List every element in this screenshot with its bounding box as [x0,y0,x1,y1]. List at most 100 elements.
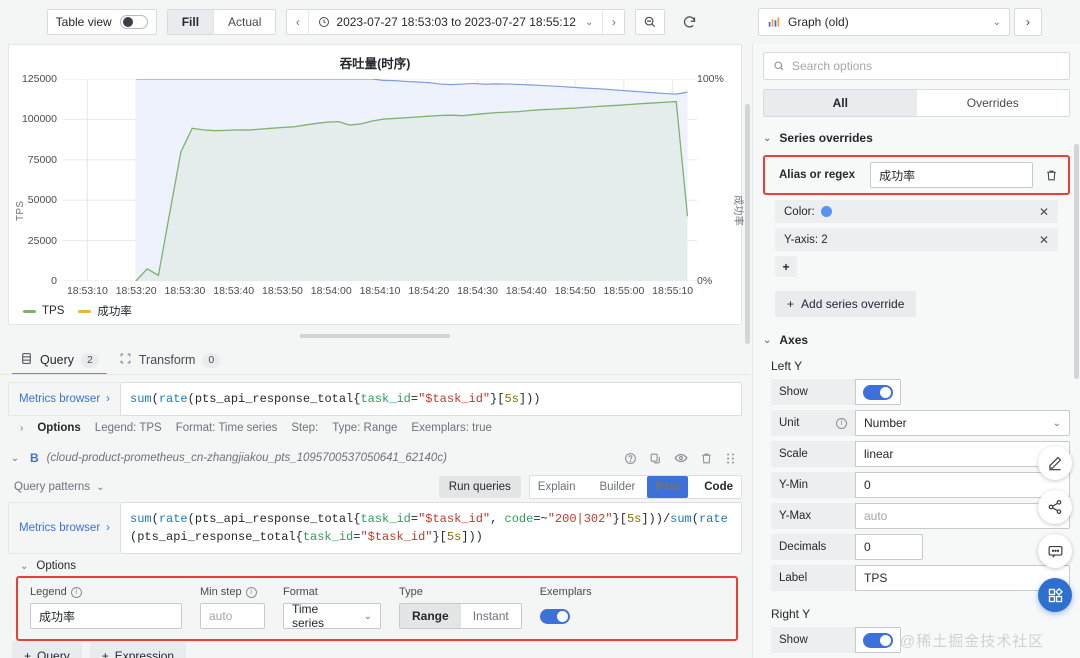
left-scrollbar[interactable] [745,104,750,344]
legend-item[interactable]: 成功率 [78,303,132,319]
resize-grab-bar[interactable] [300,334,450,338]
chevron-down-icon: ⌄ [763,132,772,144]
text-input[interactable]: 0 [855,472,1070,498]
metrics-browser-button-b[interactable]: Metrics browser › [8,502,120,554]
query-editor-b: ⌄ B (cloud-product-prometheus_cn-zhangji… [8,444,742,641]
zoom-out-button[interactable] [635,9,666,35]
metrics-browser-button-a[interactable]: Metrics browser › [8,382,120,416]
options-filter-tabs[interactable]: All Overrides [763,89,1070,117]
query-b-header[interactable]: ⌄ B (cloud-product-prometheus_cn-zhangji… [8,444,742,472]
refresh-button[interactable] [675,9,703,35]
show-toggle-wrap[interactable] [855,379,901,405]
add-query-button[interactable]: + Query [12,642,82,658]
time-range-display[interactable]: 2023-07-27 18:53:03 to 2023-07-27 18:55:… [309,9,602,35]
drag-handle-icon[interactable] [725,452,736,465]
builder-mode-button[interactable]: Builder Beta [584,476,697,498]
plus-icon: + [24,649,32,658]
query-a-options-summary[interactable]: › Options Legend: TPS Format: Time serie… [8,416,742,440]
options-search-box[interactable]: Search options [763,52,1070,80]
chevron-down-icon: ⌄ [20,560,29,572]
text-input[interactable]: TPS [855,565,1070,591]
eye-icon[interactable] [674,451,688,465]
tab-transform[interactable]: Transform 0 [111,346,228,374]
run-queries-button[interactable]: Run queries [438,476,521,498]
query-a-code-input[interactable]: sum(rate(pts_api_response_total{task_id=… [120,382,742,416]
alias-input[interactable]: 成功率 [870,162,1033,188]
query-mode-group[interactable]: Explain Builder Beta Code [528,475,742,499]
fill-actual-group[interactable]: Fill Actual [166,9,277,35]
chart-area[interactable]: TPS 成功率 0 25000 50000 75000 100000 125000 0% 1… [9,71,743,321]
comment-icon [1048,545,1062,558]
query-a-summary-1: Format: Time series [175,422,278,434]
override-row-yaxis[interactable]: Y-axis: 2 ✕ [775,228,1058,251]
comment-fab-button[interactable] [1038,534,1072,568]
explain-toggle[interactable]: Explain [530,476,584,498]
info-icon[interactable]: i [245,586,257,598]
show-toggle-wrap[interactable] [855,627,901,653]
tab-overrides[interactable]: Overrides [917,90,1070,116]
plot-region[interactable] [63,78,697,282]
tab-all[interactable]: All [764,90,917,116]
query-tabs[interactable]: Query 2 Transform 0 [0,346,750,375]
query-b-code-input[interactable]: sum(rate(pts_api_response_total{task_id=… [120,502,742,554]
input-value: auto [864,509,888,523]
exemplars-toggle-wrap[interactable] [539,603,592,629]
edit-fab-button[interactable] [1038,446,1072,480]
fill-button[interactable]: Fill [167,10,214,34]
y-tick-label: 50000 [27,194,57,207]
add-series-override-button[interactable]: + Add series override [775,291,917,317]
type-range-instant-group[interactable]: Range Instant [399,603,522,629]
options-pane-scrollbar[interactable] [1074,144,1079,379]
query-b-row-actions[interactable] [624,451,742,465]
query-patterns-button[interactable]: Query patterns ⌄ [8,481,104,493]
table-view-switch[interactable] [119,15,148,29]
time-next-button[interactable]: › [602,9,624,35]
refresh-icon [683,15,695,28]
tab-query[interactable]: Query 2 [12,346,107,375]
duplicate-icon[interactable] [649,452,662,465]
add-query-label: Query [37,649,70,658]
time-range-picker[interactable]: ‹ 2023-07-27 18:53:03 to 2023-07-27 18:5… [286,9,626,35]
alias-label: Alias or regex [779,169,856,181]
select-input[interactable]: Number ⌄ [855,410,1070,436]
y-tick-label: 25000 [27,234,57,247]
color-swatch[interactable] [820,206,832,217]
override-row-color[interactable]: Color: ✕ [775,200,1058,223]
chevron-down-icon[interactable]: ⌄ [8,453,22,464]
show-toggle[interactable] [863,632,893,648]
visualization-picker[interactable]: Graph (old) ⌄ [758,8,1010,36]
chart-legend[interactable]: TPS 成功率 [23,303,132,319]
time-prev-button[interactable]: ‹ [287,9,310,35]
type-instant-button[interactable]: Instant [461,604,521,628]
query-b-options-header[interactable]: ⌄ Options [8,554,742,576]
type-field-label: Type [399,586,423,598]
legend-input[interactable]: 成功率 [30,603,182,629]
apps-fab-button[interactable] [1038,578,1072,612]
delete-override-button[interactable] [1040,169,1062,182]
info-icon[interactable]: i [836,417,847,429]
collapse-options-button[interactable]: › [1014,8,1042,36]
min-step-input[interactable]: auto [200,603,265,629]
trash-icon[interactable] [700,452,713,465]
table-view-toggle[interactable]: Table view [46,9,157,35]
legend-item[interactable]: TPS [23,305,64,317]
query-patterns-label: Query patterns [14,481,91,493]
alias-row: Alias or regex 成功率 [763,155,1070,195]
panel-resize-handle[interactable] [8,327,742,345]
remove-color-override[interactable]: ✕ [1039,205,1049,219]
text-input[interactable]: 0 [855,534,923,560]
code-mode-button[interactable]: Code [696,476,741,498]
share-fab-button[interactable] [1038,490,1072,524]
format-select[interactable]: Time series ⌄ [283,602,381,630]
show-toggle[interactable] [863,384,893,400]
exemplars-toggle[interactable] [539,608,570,624]
series-overrides-header[interactable]: ⌄ Series overrides [753,131,1080,145]
actual-button[interactable]: Actual [213,10,276,34]
remove-yaxis-override[interactable]: ✕ [1039,233,1049,247]
info-icon[interactable]: i [70,586,82,598]
add-expression-button[interactable]: + Expression [89,642,187,658]
add-override-property-button[interactable]: + [775,256,797,277]
help-icon[interactable] [624,452,637,465]
type-range-button[interactable]: Range [400,604,461,628]
axes-header[interactable]: ⌄ Axes [753,333,1080,347]
